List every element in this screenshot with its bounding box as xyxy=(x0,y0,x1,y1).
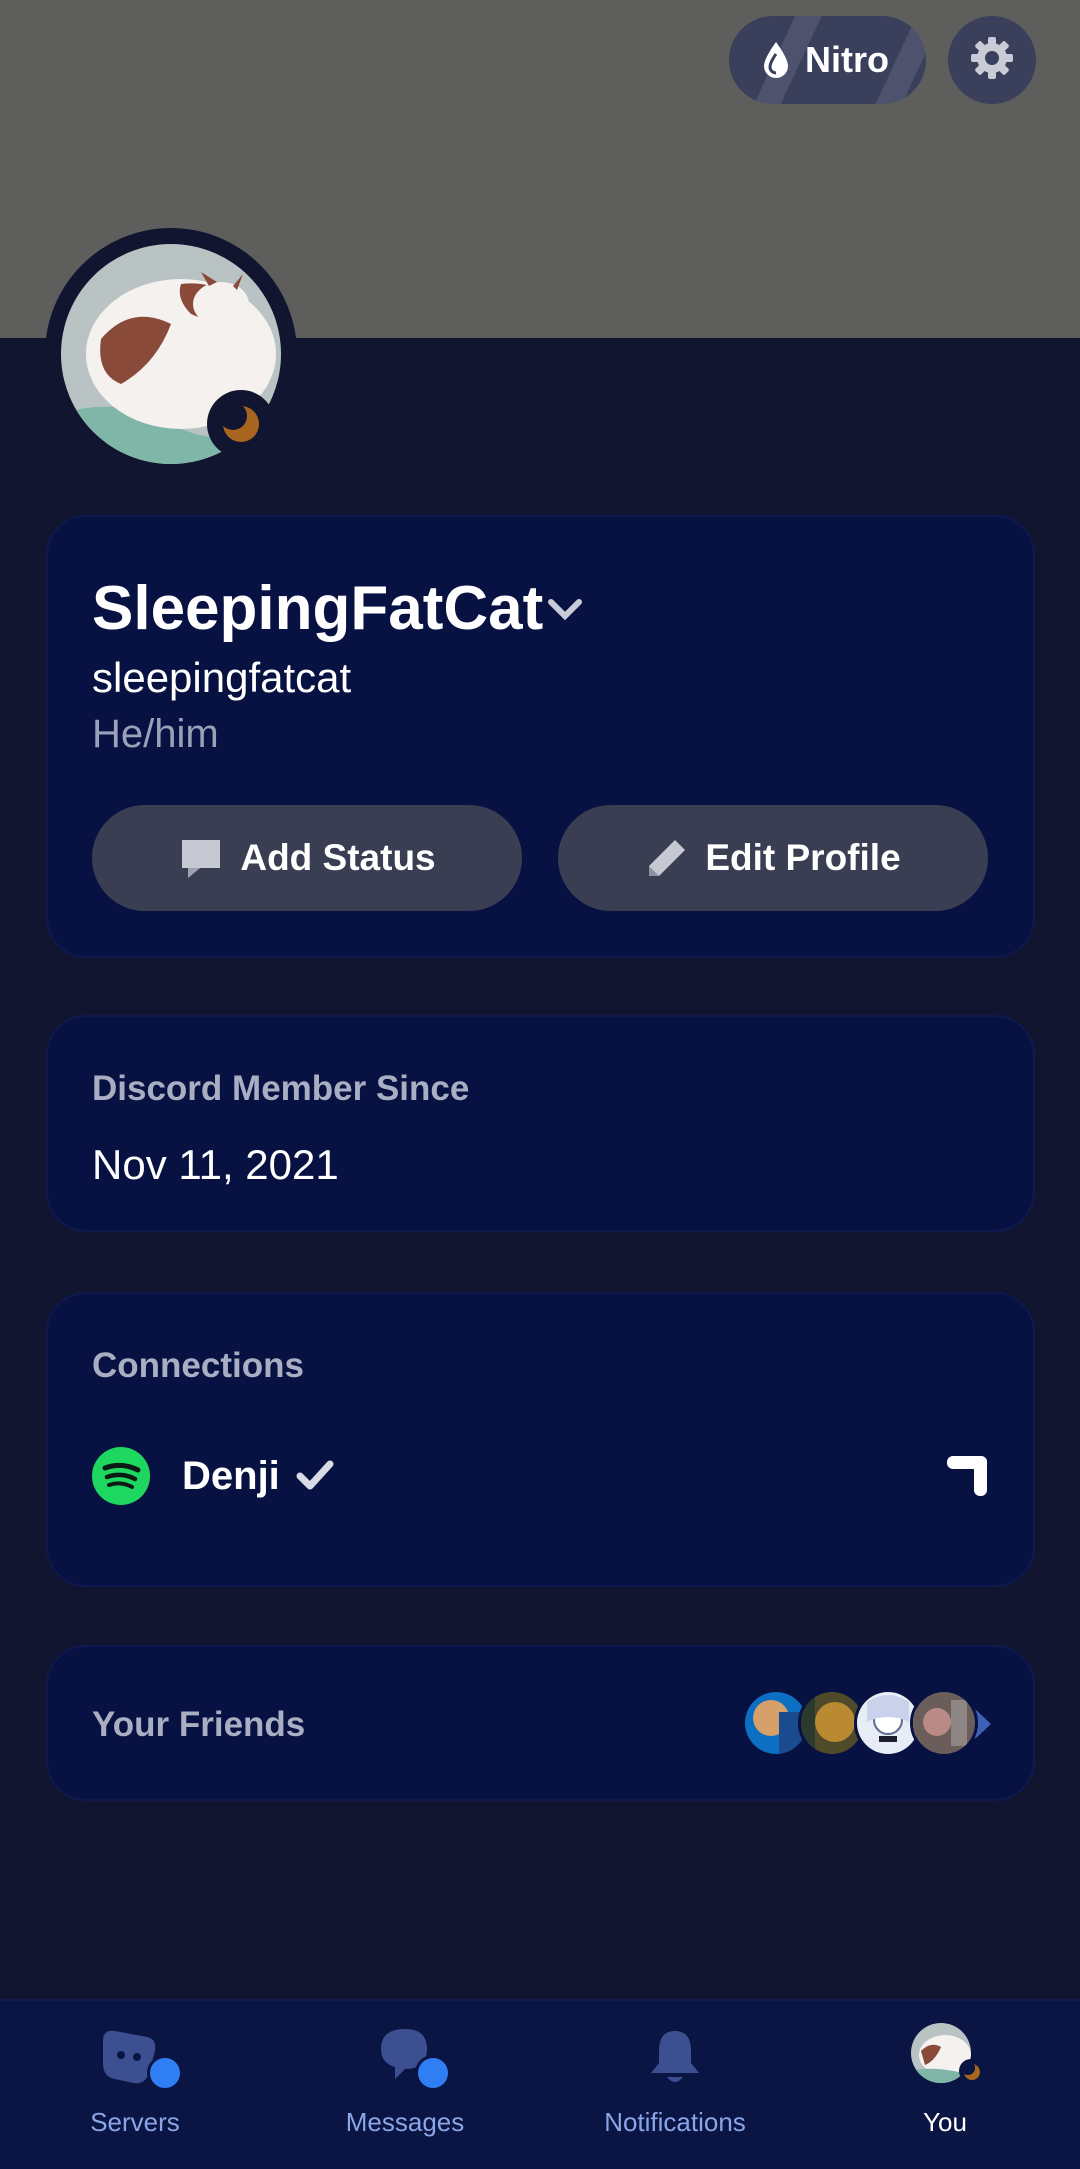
external-link-icon[interactable] xyxy=(943,1452,989,1503)
your-friends-card[interactable]: Your Friends xyxy=(46,1645,1035,1801)
verified-check-icon xyxy=(294,1458,336,1494)
unread-badge xyxy=(415,2055,451,2091)
username: sleepingfatcat xyxy=(92,654,352,701)
your-friends-title: Your Friends xyxy=(92,1705,306,1744)
nav-messages[interactable]: Messages xyxy=(270,2001,540,2169)
connection-name: Denji xyxy=(182,1453,280,1498)
edit-profile-button[interactable]: Edit Profile xyxy=(558,805,988,911)
unread-badge xyxy=(147,2055,183,2091)
friend-avatar xyxy=(910,1689,978,1757)
nav-notifications-label: Notifications xyxy=(604,2107,746,2137)
add-status-label: Add Status xyxy=(240,837,436,878)
pronouns: He/him xyxy=(92,712,219,756)
nav-you[interactable]: You xyxy=(810,2001,1080,2169)
profile-card: SleepingFatCat sleepingfatcat He/him Add… xyxy=(46,515,1035,958)
nitro-label: Nitro xyxy=(805,39,889,80)
bottom-nav: Servers Messages Notifications You xyxy=(0,1999,1080,2169)
connection-item[interactable]: Denji xyxy=(92,1446,989,1506)
pencil-icon xyxy=(645,836,689,880)
messages-icon xyxy=(365,2023,451,2093)
display-name[interactable]: SleepingFatCat xyxy=(92,573,583,644)
display-name-text: SleepingFatCat xyxy=(92,574,544,643)
servers-icon xyxy=(95,2023,183,2093)
nitro-drop-icon xyxy=(761,40,791,80)
nav-servers[interactable]: Servers xyxy=(0,2001,270,2169)
member-since-card: Discord Member Since Nov 11, 2021 xyxy=(46,1015,1035,1232)
speech-bubble-icon xyxy=(178,836,224,880)
friend-avatars xyxy=(698,1689,978,1757)
member-since-title: Discord Member Since xyxy=(92,1069,470,1108)
connections-card: Connections Denji xyxy=(46,1292,1035,1587)
avatar xyxy=(905,2023,985,2093)
edit-profile-label: Edit Profile xyxy=(705,837,901,878)
nav-servers-label: Servers xyxy=(90,2107,180,2137)
nitro-button[interactable]: Nitro xyxy=(729,16,926,104)
nav-you-label: You xyxy=(923,2107,967,2137)
nav-messages-label: Messages xyxy=(345,2107,465,2137)
idle-status-icon xyxy=(207,390,275,458)
spotify-icon xyxy=(92,1447,150,1505)
chevron-down-icon xyxy=(547,594,583,624)
add-status-button[interactable]: Add Status xyxy=(92,805,522,911)
gear-icon xyxy=(968,34,1016,87)
profile-avatar[interactable] xyxy=(45,228,297,480)
member-since-date: Nov 11, 2021 xyxy=(92,1141,339,1188)
bell-icon xyxy=(635,2023,715,2093)
settings-button[interactable] xyxy=(948,16,1036,104)
connections-title: Connections xyxy=(92,1346,304,1385)
nav-notifications[interactable]: Notifications xyxy=(540,2001,810,2169)
